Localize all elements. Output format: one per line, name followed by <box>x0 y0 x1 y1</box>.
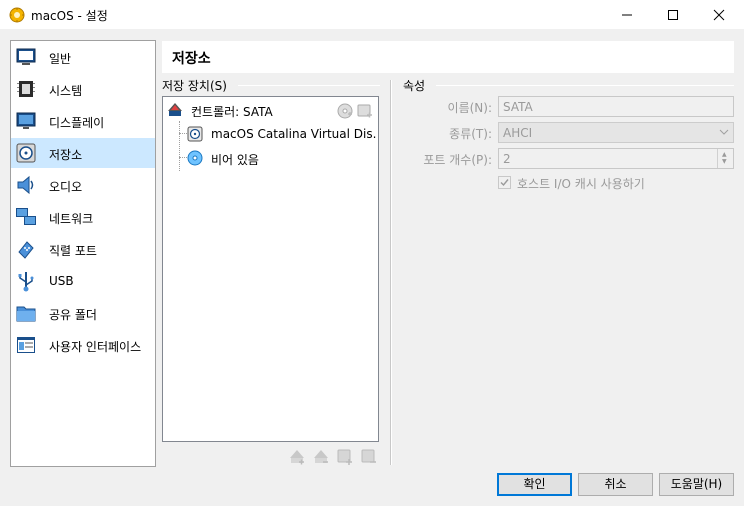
close-button[interactable] <box>696 0 742 30</box>
spin-down-icon: ▼ <box>722 158 727 165</box>
device-label: macOS Catalina Virtual Dis... <box>211 127 377 141</box>
add-optical-drive-icon[interactable] <box>337 103 353 119</box>
settings-sidebar: 일반 시스템 디스플레이 저장소 오디오 네트워크 직렬 포트 USB 공유 폴… <box>10 40 156 467</box>
minimize-icon <box>622 14 632 16</box>
sidebar-item-storage[interactable]: 저장소 <box>11 138 155 168</box>
add-attachment-icon[interactable] <box>336 448 354 466</box>
sidebar-item-network[interactable]: 네트워크 <box>11 202 155 232</box>
name-label: 이름(N): <box>447 101 492 115</box>
spin-buttons[interactable]: ▲ ▼ <box>717 149 733 168</box>
serial-port-icon <box>18 241 34 259</box>
type-select[interactable]: AHCI <box>498 122 734 143</box>
sidebar-item-label: 사용자 인터페이스 <box>49 340 142 354</box>
window-title: macOS - 설정 <box>31 9 108 23</box>
virtualbox-app-icon <box>9 7 25 23</box>
remove-attachment-icon[interactable] <box>360 448 378 466</box>
sidebar-item-audio[interactable]: 오디오 <box>11 170 155 200</box>
optical-disc-icon <box>187 150 203 166</box>
sidebar-item-shared-folder[interactable]: 공유 폴더 <box>11 298 155 328</box>
usb-icon <box>18 272 34 292</box>
host-io-cache-label: 호스트 I/O 캐시 사용하기 <box>517 177 645 191</box>
name-field[interactable]: SATA <box>498 96 734 117</box>
sidebar-item-display[interactable]: 디스플레이 <box>11 106 155 136</box>
hard-disk-icon <box>187 126 203 142</box>
host-io-cache-checkbox[interactable] <box>498 176 511 189</box>
minimize-button[interactable] <box>604 0 650 30</box>
sidebar-item-label: 저장소 <box>49 148 83 162</box>
sidebar-item-label: 디스플레이 <box>49 116 105 130</box>
ok-button[interactable]: 확인 <box>497 473 572 496</box>
sidebar-item-system[interactable]: 시스템 <box>11 74 155 104</box>
remove-controller-icon[interactable] <box>312 448 330 466</box>
device-label: 비어 있음 <box>211 153 259 167</box>
chevron-down-icon <box>719 129 729 135</box>
storage-devices-group-label: 저장 장치(S) <box>162 77 231 94</box>
help-button[interactable]: 도움말(H) <box>659 473 734 496</box>
sidebar-item-label: USB <box>49 274 74 288</box>
close-icon <box>713 9 725 21</box>
title-bar: macOS - 설정 <box>0 0 744 30</box>
port-count-value: 2 <box>503 152 511 166</box>
sidebar-item-label: 일반 <box>49 52 72 66</box>
tree-controller-sata[interactable]: 컨트롤러: SATA <box>163 98 378 122</box>
group-divider <box>238 85 380 86</box>
attributes-group-label: 속성 <box>403 77 430 94</box>
sidebar-item-usb[interactable]: USB <box>11 266 155 296</box>
sidebar-item-user-interface[interactable]: 사용자 인터페이스 <box>11 330 155 360</box>
storage-icon <box>16 143 36 163</box>
display-icon <box>16 112 36 129</box>
cancel-button[interactable]: 취소 <box>578 473 653 496</box>
network-icon <box>16 208 36 225</box>
sidebar-item-general[interactable]: 일반 <box>11 42 155 72</box>
add-hard-disk-icon[interactable] <box>357 103 373 119</box>
page-title: 저장소 <box>172 51 211 67</box>
sidebar-item-label: 오디오 <box>49 180 83 194</box>
name-value: SATA <box>503 100 533 114</box>
type-label: 종류(T): <box>449 127 492 141</box>
checkmark-icon <box>500 179 509 187</box>
tree-device-hard-disk[interactable]: macOS Catalina Virtual Dis... <box>163 122 378 146</box>
storage-toolbar <box>288 448 378 466</box>
audio-icon <box>17 175 34 195</box>
sidebar-item-label: 네트워크 <box>49 212 94 226</box>
system-icon <box>17 81 35 97</box>
tree-device-optical[interactable]: 비어 있음 <box>163 146 378 170</box>
port-count-spinbox[interactable]: 2 ▲ ▼ <box>498 148 734 169</box>
controller-icon <box>168 103 182 116</box>
maximize-button[interactable] <box>650 0 696 30</box>
maximize-icon <box>668 10 678 20</box>
group-divider <box>436 85 734 86</box>
page-header: 저장소 <box>162 41 734 73</box>
sidebar-item-serial-port[interactable]: 직렬 포트 <box>11 234 155 264</box>
shared-folder-icon <box>16 306 36 322</box>
sidebar-item-label: 직렬 포트 <box>49 244 97 258</box>
sidebar-item-label: 공유 폴더 <box>49 308 97 322</box>
sidebar-item-label: 시스템 <box>49 84 83 98</box>
controller-label: 컨트롤러: SATA <box>191 105 273 119</box>
general-icon <box>16 48 36 65</box>
panel-separator <box>390 80 392 465</box>
type-value: AHCI <box>503 126 533 140</box>
port-count-label: 포트 개수(P): <box>423 153 492 167</box>
storage-tree[interactable]: 컨트롤러: SATA macOS Catalina Virtual Dis...… <box>162 96 379 442</box>
user-interface-icon <box>17 337 35 353</box>
add-controller-icon[interactable] <box>288 448 306 466</box>
